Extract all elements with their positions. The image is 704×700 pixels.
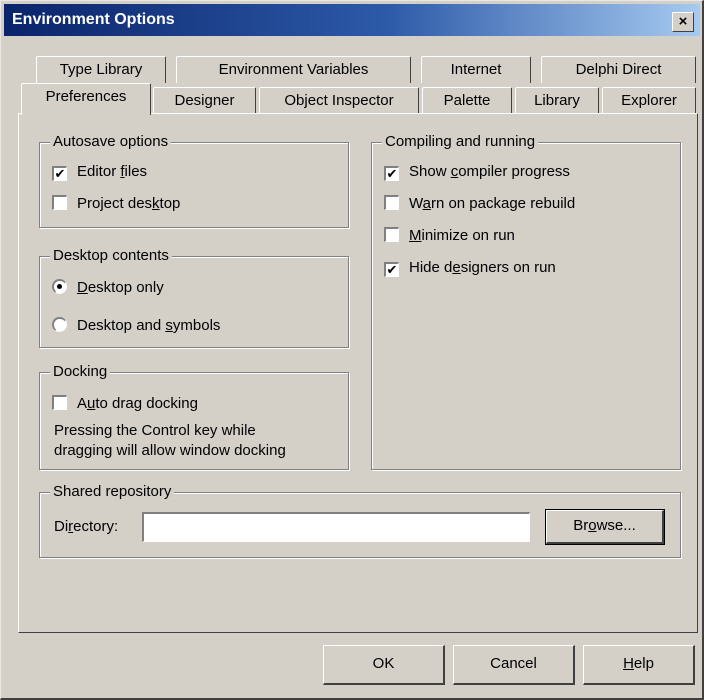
- autosave-options-group: Autosave options ✔ Editor files Project d…: [39, 133, 349, 228]
- checkbox-box: ✔: [384, 262, 399, 277]
- radio-dot: [57, 284, 62, 289]
- title-bar[interactable]: Environment Options ×: [4, 4, 700, 36]
- tab-label: Explorer: [621, 92, 677, 109]
- checkbox-box: ✔: [384, 166, 399, 181]
- radio-circle: [52, 279, 67, 294]
- checkbox-box: [384, 227, 399, 242]
- docking-note-line: dragging will allow window docking: [54, 442, 286, 459]
- tab-explorer[interactable]: Explorer: [602, 87, 696, 114]
- check-icon: ✔: [386, 262, 398, 277]
- radio-label: Desktop only: [77, 279, 164, 296]
- group-label: Compiling and running: [382, 133, 539, 151]
- close-icon: ×: [678, 13, 688, 30]
- hide-designers-on-run-checkbox[interactable]: ✔ Hide designers on run: [384, 257, 556, 279]
- group-label: Docking: [50, 363, 111, 381]
- compiling-and-running-group: Compiling and running ✔ Show compiler pro…: [371, 133, 681, 470]
- browse-label: Browse...: [573, 517, 636, 534]
- tab-label: Library: [534, 92, 580, 109]
- tab-label: Palette: [443, 92, 491, 109]
- desktop-contents-group: Desktop contents Desktop only Desktop an…: [39, 247, 349, 348]
- editor-files-checkbox[interactable]: ✔ Editor files: [52, 161, 147, 183]
- radio-circle: [52, 317, 67, 332]
- tab-label: Object Inspector: [284, 92, 394, 109]
- preferences-panel: Autosave options ✔ Editor files Project d…: [18, 113, 698, 633]
- checkbox-label: Minimize on run: [409, 227, 515, 244]
- tab-library[interactable]: Library: [515, 87, 599, 114]
- ok-label: OK: [372, 655, 395, 672]
- tab-delphi-direct[interactable]: Delphi Direct: [541, 56, 696, 83]
- check-icon: ✔: [54, 166, 66, 181]
- ok-button[interactable]: OK: [323, 645, 445, 685]
- radio-label: Desktop and symbols: [77, 317, 221, 334]
- tab-palette[interactable]: Palette: [422, 87, 512, 114]
- window-title: Environment Options: [12, 11, 175, 28]
- check-icon: ✔: [386, 166, 398, 181]
- help-button[interactable]: Help: [583, 645, 695, 685]
- group-label: Desktop contents: [50, 247, 172, 265]
- tab-designer[interactable]: Designer: [153, 87, 256, 114]
- tab-label: Environment Variables: [218, 61, 369, 78]
- tab-environment-variables[interactable]: Environment Variables: [176, 56, 411, 83]
- docking-group: Docking Auto drag docking Pressing the C…: [39, 363, 349, 470]
- desktop-and-symbols-radio[interactable]: Desktop and symbols: [52, 315, 220, 337]
- checkbox-box: [384, 195, 399, 210]
- docking-note: Pressing the Control key while dragging …: [54, 421, 286, 461]
- checkbox-label: Hide designers on run: [409, 259, 556, 276]
- minimize-on-run-checkbox[interactable]: Minimize on run: [384, 225, 515, 247]
- browse-button[interactable]: Browse...: [545, 509, 665, 545]
- docking-note-line: Pressing the Control key while: [54, 422, 256, 439]
- close-button[interactable]: ×: [672, 12, 694, 32]
- tab-type-library[interactable]: Type Library: [36, 56, 166, 83]
- tab-object-inspector[interactable]: Object Inspector: [259, 87, 419, 114]
- cancel-label: Cancel: [490, 655, 537, 672]
- checkbox-label: Auto drag docking: [77, 395, 198, 412]
- auto-drag-docking-checkbox[interactable]: Auto drag docking: [52, 393, 198, 415]
- directory-label: Directory:: [54, 518, 119, 535]
- checkbox-label: Warn on package rebuild: [409, 195, 576, 212]
- show-compiler-progress-checkbox[interactable]: ✔ Show compiler progress: [384, 161, 570, 183]
- cancel-button[interactable]: Cancel: [453, 645, 575, 685]
- group-label: Autosave options: [50, 133, 172, 151]
- tab-label: Delphi Direct: [575, 61, 662, 78]
- tab-preferences[interactable]: Preferences: [21, 83, 151, 115]
- environment-options-dialog: Environment Options × Type Library Envir…: [0, 0, 704, 700]
- desktop-only-radio[interactable]: Desktop only: [52, 277, 164, 299]
- tab-label: Preferences: [45, 88, 127, 105]
- project-desktop-checkbox[interactable]: Project desktop: [52, 193, 180, 215]
- tab-label: Designer: [174, 92, 235, 109]
- directory-input[interactable]: [142, 512, 530, 542]
- tab-label: Type Library: [59, 61, 143, 78]
- tab-label: Internet: [450, 61, 502, 78]
- checkbox-box: ✔: [52, 166, 67, 181]
- checkbox-box: [52, 395, 67, 410]
- tab-internet[interactable]: Internet: [421, 56, 531, 83]
- warn-on-package-rebuild-checkbox[interactable]: Warn on package rebuild: [384, 193, 575, 215]
- checkbox-label: Project desktop: [77, 195, 181, 212]
- checkbox-label: Editor files: [77, 163, 148, 180]
- checkbox-label: Show compiler progress: [409, 163, 570, 180]
- shared-repository-group: Shared repository Directory: Browse...: [39, 483, 681, 558]
- checkbox-box: [52, 195, 67, 210]
- help-label: Help: [623, 655, 654, 672]
- group-label: Shared repository: [50, 483, 175, 501]
